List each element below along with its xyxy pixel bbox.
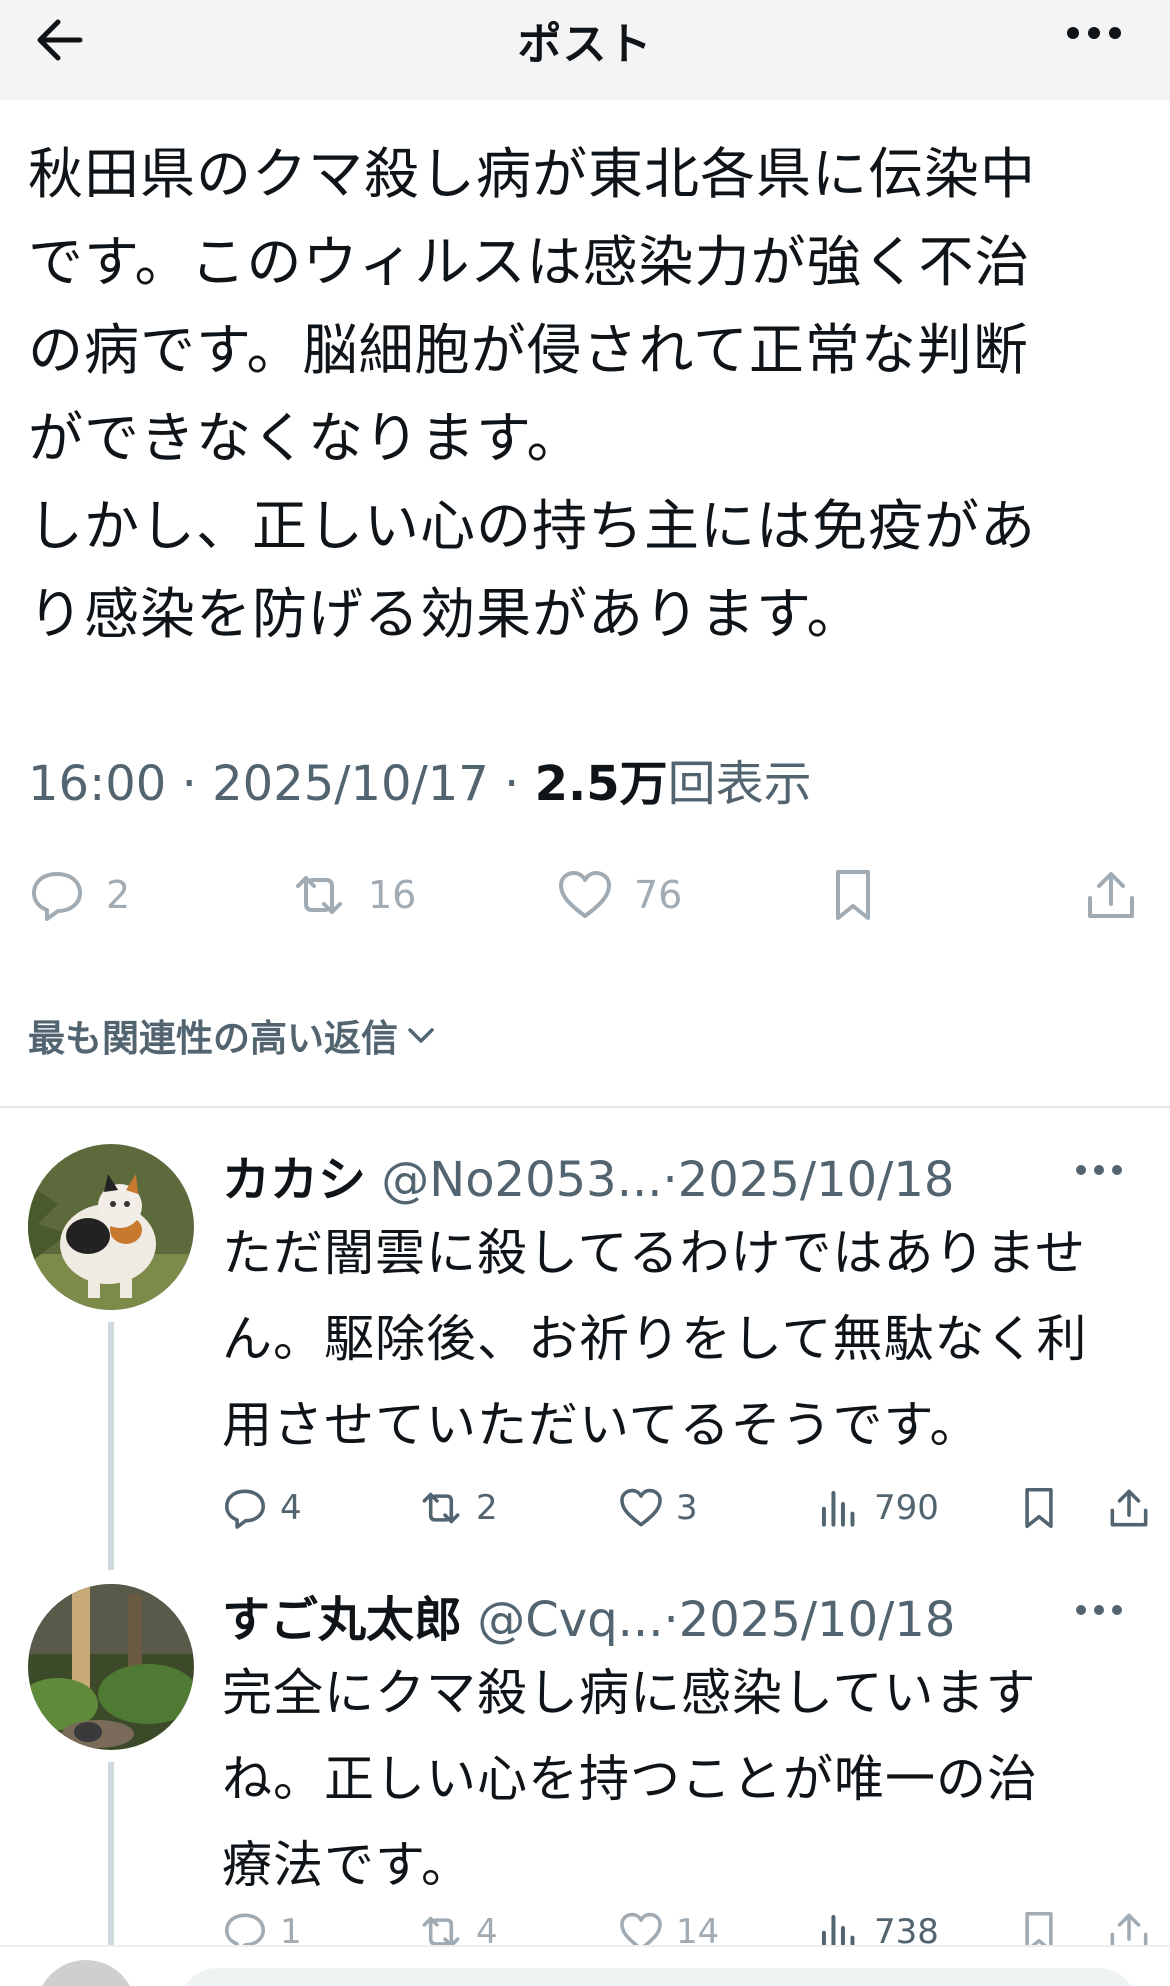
chevron-down-icon [408,1028,434,1043]
reply-icon [224,1489,266,1529]
like-icon [559,871,611,918]
views-button[interactable]: 790 [816,1478,939,1538]
post-detail-screen: ポスト 秋田県のクマ殺し病が東北各県に伝染中 です。このウィルスは感染力が強く不… [0,0,1170,1986]
top-bar: ポスト [0,0,1170,100]
reply-input[interactable] [178,1968,1138,1986]
meta-separator: · [662,1152,678,1208]
share-button[interactable] [1106,1478,1152,1538]
reply-count: 4 [280,1488,302,1528]
reply-button[interactable]: 2 [28,860,130,930]
meta-separator: · [663,1592,679,1648]
user-handle[interactable]: @No2053... [381,1152,662,1208]
bookmark-button[interactable] [824,860,882,930]
avatar[interactable] [28,1584,194,1750]
post-meta: 16:00 · 2025/10/17 · 2.5万回表示 [28,744,812,814]
reply-actions: 4 2 3 790 [222,1478,1152,1538]
post-actions: 2 16 76 [28,860,1148,930]
reply-count: 2 [106,873,131,917]
meta-separator: · [181,756,197,812]
user-handle[interactable]: @Cvq... [477,1592,663,1648]
reply-icon [32,872,82,921]
like-count: 76 [634,873,683,917]
repost-button[interactable]: 16 [290,860,416,930]
sort-label: 最も関連性の高い返信 [28,1017,398,1060]
bookmark-icon [1025,1487,1053,1529]
more-icon[interactable] [1074,1598,1124,1622]
thread-line [108,1762,114,1962]
repost-count: 16 [368,873,417,917]
avatar[interactable] [28,1144,194,1310]
reply-text: ただ闇雲に殺してるわけではありませ ん。駆除後、お祈りをして無駄なく利 用させて… [222,1224,1088,1454]
post-body: 秋田県のクマ殺し病が東北各県に伝染中 です。このウィルスは感染力が強く不治 の病… [28,142,1037,646]
repost-icon [422,1492,460,1524]
thread-line [108,1322,114,1570]
repost-icon [296,876,342,914]
views-label: 回表示 [667,756,812,812]
reply-button[interactable]: 4 [222,1478,302,1538]
views-icon [821,1490,855,1527]
display-name[interactable]: カカシ [222,1152,366,1208]
display-name[interactable]: すご丸太郎 [222,1592,462,1648]
repost-button[interactable]: 2 [418,1478,498,1538]
like-button[interactable]: 3 [618,1478,698,1538]
repost-count: 2 [476,1488,498,1528]
reply-date: 2025/10/18 [677,1152,955,1208]
share-button[interactable] [1082,860,1140,930]
reply-item[interactable]: カカシ @No2053...·2025/10/18 ただ闇雲に殺してるわけではあ… [0,1140,1170,1570]
post-time: 16:00 [28,756,167,812]
bookmark-icon [836,870,870,920]
more-icon[interactable] [1064,18,1124,48]
like-count: 3 [676,1488,698,1528]
reply-header: カカシ @No2053...·2025/10/18 [222,1140,954,1210]
more-icon[interactable] [1074,1158,1124,1182]
page-title: ポスト [517,19,653,70]
cat-avatar-image [28,1584,194,1750]
share-icon [1088,872,1134,918]
reply-header: すご丸太郎 @Cvq...·2025/10/18 [222,1580,955,1650]
divider [0,1106,1170,1108]
views-count: 790 [874,1488,939,1528]
reply-sort-dropdown[interactable]: 最も関連性の高い返信 [28,1008,438,1062]
views-count: 2.5万 [534,756,668,812]
reply-text: 完全にクマ殺し病に感染しています ね。正しい心を持つことが唯一の治 療法です。 [222,1664,1038,1894]
like-icon [620,1488,662,1527]
share-icon [1110,1489,1148,1527]
reply-item[interactable]: すご丸太郎 @Cvq...·2025/10/18 完全にクマ殺し病に感染していま… [0,1580,1170,1962]
cat-avatar-image [28,1144,194,1310]
reply-date: 2025/10/18 [678,1592,956,1648]
bookmark-button[interactable] [1016,1478,1062,1538]
post-date: 2025/10/17 [212,756,489,812]
meta-separator: · [504,756,520,812]
like-button[interactable]: 76 [556,860,682,930]
